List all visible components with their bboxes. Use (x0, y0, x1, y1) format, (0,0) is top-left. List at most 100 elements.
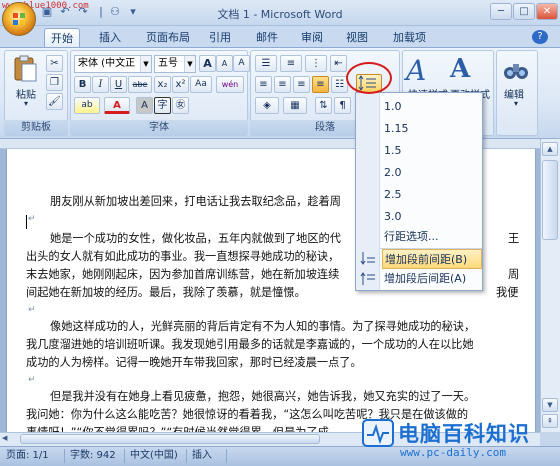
line-spacing-2-5[interactable]: 2.5 (384, 185, 482, 205)
doc-fragment-2: 周 (508, 268, 520, 281)
office-button[interactable] (2, 2, 36, 36)
highlight-button[interactable]: ab (74, 97, 100, 114)
font-size-combo[interactable]: 五号 ▼ (154, 55, 196, 73)
doc-line-9[interactable]: 我几度溜进她的培训班听课。我发现她引用最多的话就是李嘉诚的，一个成功的人在以比她 (26, 336, 506, 354)
status-divider (226, 449, 227, 463)
tab-insert[interactable]: 插入 (93, 28, 127, 47)
brand-logo-icon (362, 419, 394, 447)
chevron-down-icon[interactable]: ▼ (140, 56, 151, 72)
help-icon[interactable]: ? (532, 30, 548, 44)
char-border-button[interactable]: 字 (154, 97, 171, 114)
shrink-font-button[interactable]: A (216, 55, 233, 72)
add-space-before[interactable]: 增加段前间距(B) (382, 249, 482, 269)
doc-line-12[interactable]: 但是我并没有在她身上看见疲惫，抱怨，她很高兴，她告诉我，她又充实的过了一天。 (26, 388, 506, 406)
language[interactable]: 中文(中国) (130, 449, 178, 463)
maximize-button[interactable]: □ (513, 3, 535, 20)
borders-icon[interactable]: ▦ (283, 97, 307, 114)
bullets-icon[interactable]: ☰ (255, 55, 277, 72)
tab-review[interactable]: 审阅 (295, 28, 329, 47)
format-painter-icon[interactable]: 🖌 (46, 93, 63, 110)
sort-icon[interactable]: ⇅ (315, 97, 332, 114)
line-spacing-1-0[interactable]: 1.0 (384, 97, 482, 117)
editing-dropdown-icon[interactable]: ▾ (514, 99, 518, 108)
quick-styles-icon[interactable]: A (406, 54, 426, 87)
binoculars-icon[interactable] (503, 58, 529, 82)
horizontal-scroll-thumb[interactable] (20, 434, 320, 444)
italic-button[interactable]: I (92, 76, 109, 93)
office-logo-icon (13, 13, 25, 25)
char-shading-button[interactable]: A (136, 97, 153, 114)
line-spacing-options[interactable]: 行距选项... (384, 227, 482, 247)
line-spacing-menu: 1.0 1.15 1.5 2.0 2.5 3.0 行距选项... 增加段前间距(… (355, 92, 483, 291)
clipboard-group-label: 剪贴板 (4, 120, 68, 136)
align-center-icon[interactable]: ≡ (274, 76, 291, 93)
paragraph-mark: ↵ (28, 375, 36, 385)
word-count[interactable]: 字数: 942 (70, 449, 116, 463)
font-group-label: 字体 (70, 120, 248, 136)
tab-mailings[interactable]: 邮件 (250, 28, 284, 47)
brand-title: 电脑百科知识 (398, 422, 530, 446)
tab-home[interactable]: 开始 (44, 28, 80, 47)
line-spacing-1-5[interactable]: 1.5 (384, 141, 482, 161)
justify-icon[interactable]: ≡ (312, 76, 329, 93)
line-spacing-1-15[interactable]: 1.15 (384, 119, 482, 139)
scroll-up-icon[interactable]: ▲ (542, 142, 558, 156)
tab-view[interactable]: 视图 (340, 28, 374, 47)
chevron-down-icon[interactable]: ▼ (184, 56, 195, 72)
status-divider (64, 449, 65, 463)
show-marks-icon[interactable]: ¶ (334, 97, 351, 114)
save-icon[interactable]: ▣ (40, 5, 54, 19)
multilevel-list-icon[interactable]: ⋮ (305, 55, 327, 72)
cut-icon[interactable]: ✂ (46, 55, 63, 72)
customize-icon[interactable]: ▾ (126, 5, 140, 19)
line-spacing-3-0[interactable]: 3.0 (384, 207, 482, 227)
numbering-icon[interactable]: ≡ (280, 55, 302, 72)
add-space-before-icon (360, 251, 376, 265)
scroll-left-icon[interactable]: ◀ (2, 434, 14, 444)
close-button[interactable]: ✕ (536, 3, 558, 20)
enclosed-char-button[interactable]: ㊛ (172, 97, 189, 114)
decrease-indent-icon[interactable]: ⇤ (330, 55, 347, 72)
scroll-down-icon[interactable]: ▼ (542, 398, 558, 412)
clear-format-button[interactable]: A (233, 55, 250, 72)
brand-url: www.pc-daily.com (400, 446, 506, 459)
connect-icon[interactable]: ⚇ (108, 5, 122, 19)
tab-references[interactable]: 引用 (203, 28, 237, 47)
phonetic-guide-button[interactable]: wén (216, 76, 244, 93)
paste-icon[interactable] (12, 54, 40, 84)
bold-button[interactable]: B (74, 76, 91, 93)
minimize-button[interactable]: ─ (490, 3, 512, 20)
change-case-button[interactable]: Aa (190, 76, 212, 93)
tab-addins[interactable]: 加载项 (387, 28, 432, 47)
font-color-button[interactable]: A (104, 97, 130, 114)
doc-line-10[interactable]: 成功的人为榜样。记得一晚她开车带我回家，那时已经凌晨一点了。 (26, 354, 506, 372)
shading-icon[interactable]: ◈ (255, 97, 279, 114)
redo-icon[interactable]: ↷ (76, 5, 90, 19)
font-name-value: 宋体 (中文正 (78, 58, 136, 69)
font-name-combo[interactable]: 宋体 (中文正 ▼ (74, 55, 152, 73)
scroll-thumb[interactable] (542, 160, 558, 240)
underline-button[interactable]: U (110, 76, 127, 93)
subscript-button[interactable]: x₂ (154, 76, 171, 93)
change-styles-icon[interactable]: A (450, 54, 470, 84)
annotation-circle (346, 62, 392, 94)
paste-dropdown-icon[interactable]: ▾ (24, 99, 28, 108)
strikethrough-button[interactable]: abe (128, 76, 152, 93)
undo-icon[interactable]: ↶ (58, 5, 72, 19)
grow-font-button[interactable]: A (199, 55, 216, 72)
copy-icon[interactable]: ❐ (46, 74, 63, 91)
page-count[interactable]: 页面: 1/1 (6, 449, 49, 463)
superscript-button[interactable]: x² (172, 76, 189, 93)
tab-page-layout[interactable]: 页面布局 (140, 28, 196, 47)
doc-fragment-3: 我便 (496, 286, 519, 299)
align-right-icon[interactable]: ≡ (293, 76, 310, 93)
doc-fragment-1: 王 (508, 232, 520, 245)
divider-icon: | (99, 5, 103, 18)
status-divider (124, 449, 125, 463)
insert-mode[interactable]: 插入 (192, 449, 212, 463)
line-spacing-2-0[interactable]: 2.0 (384, 163, 482, 183)
prev-page-icon[interactable]: ⇞ (542, 414, 558, 428)
add-space-after[interactable]: 增加段后间距(A) (384, 269, 482, 289)
align-left-icon[interactable]: ≡ (255, 76, 272, 93)
doc-line-8[interactable]: 像她这样成功的人，光鲜亮丽的背后肯定有不为人知的事情。为了探寻她成功的秘诀， (26, 318, 506, 336)
